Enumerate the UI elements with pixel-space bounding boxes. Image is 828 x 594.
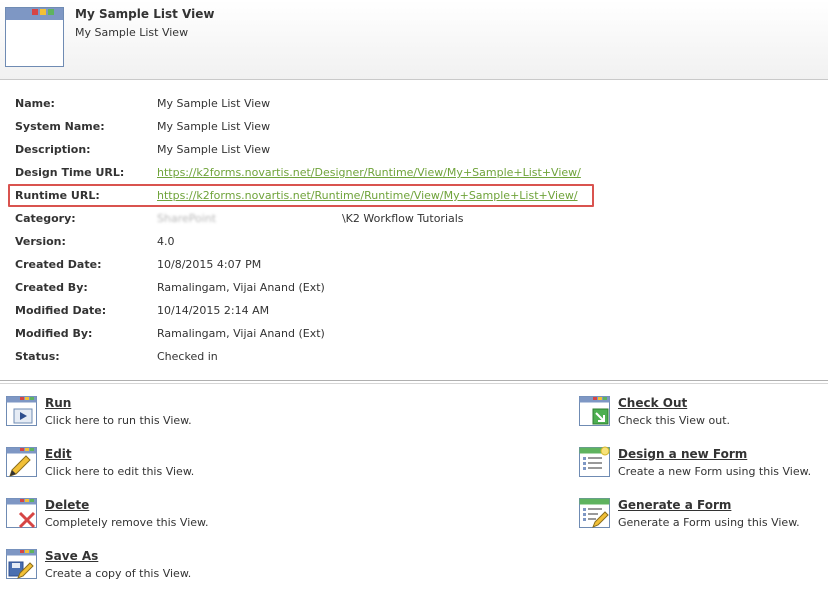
property-version: Version: 4.0 bbox=[15, 235, 815, 258]
property-description: Description: My Sample List View bbox=[15, 143, 815, 166]
design-form-icon bbox=[579, 446, 610, 477]
property-label: Status: bbox=[15, 350, 60, 363]
property-value: My Sample List View bbox=[157, 120, 271, 133]
property-created-by: Created By: Ramalingam, Vijai Anand (Ext… bbox=[15, 281, 815, 304]
check-out-icon bbox=[579, 396, 610, 426]
property-modified-by: Modified By: Ramalingam, Vijai Anand (Ex… bbox=[15, 327, 815, 350]
generate-form-description: Generate a Form using this View. bbox=[618, 516, 800, 529]
save-as-description: Create a copy of this View. bbox=[45, 567, 192, 580]
property-label: Version: bbox=[15, 235, 66, 248]
page-title: My Sample List View bbox=[75, 7, 215, 21]
save-as-view-icon bbox=[6, 549, 37, 579]
property-label: Modified By: bbox=[15, 327, 93, 340]
save-as-link[interactable]: Save As bbox=[45, 549, 98, 563]
view-icon bbox=[5, 7, 64, 67]
design-form-action[interactable]: Design a new Form Create a new Form usin… bbox=[579, 446, 828, 486]
design-time-url-link[interactable]: https://k2forms.novartis.net/Designer/Ru… bbox=[157, 166, 581, 179]
run-action[interactable]: Run Click here to run this View. bbox=[6, 395, 266, 435]
design-form-link[interactable]: Design a new Form bbox=[618, 447, 747, 461]
property-category: Category: SharePoint \K2 Workflow Tutori… bbox=[15, 212, 815, 235]
property-label: Created By: bbox=[15, 281, 88, 294]
divider bbox=[0, 383, 828, 384]
property-label: Created Date: bbox=[15, 258, 102, 271]
check-out-link[interactable]: Check Out bbox=[618, 396, 687, 410]
property-value: Checked in bbox=[157, 350, 218, 363]
edit-description: Click here to edit this View. bbox=[45, 465, 195, 478]
design-form-description: Create a new Form using this View. bbox=[618, 465, 812, 478]
property-value: My Sample List View bbox=[157, 97, 271, 110]
property-system-name: System Name: My Sample List View bbox=[15, 120, 815, 143]
edit-action[interactable]: Edit Click here to edit this View. bbox=[6, 446, 266, 486]
property-value: Ramalingam, Vijai Anand (Ext) bbox=[157, 327, 325, 340]
property-value: Ramalingam, Vijai Anand (Ext) bbox=[157, 281, 325, 294]
run-link[interactable]: Run bbox=[45, 396, 71, 410]
redacted-category-path: SharePoint bbox=[157, 212, 342, 225]
generate-form-action[interactable]: Generate a Form Generate a Form using th… bbox=[579, 497, 828, 537]
delete-link[interactable]: Delete bbox=[45, 498, 89, 512]
check-out-action[interactable]: Check Out Check this View out. bbox=[579, 395, 828, 435]
property-label: Modified Date: bbox=[15, 304, 107, 317]
generate-form-icon bbox=[579, 498, 610, 528]
property-label: Name: bbox=[15, 97, 55, 110]
property-label: Design Time URL: bbox=[15, 166, 125, 179]
category-suffix: \K2 Workflow Tutorials bbox=[341, 212, 464, 225]
property-value: My Sample List View bbox=[157, 143, 271, 156]
divider bbox=[0, 380, 828, 381]
page-subtitle: My Sample List View bbox=[75, 26, 189, 39]
property-value: 10/14/2015 2:14 AM bbox=[157, 304, 270, 317]
property-value: 4.0 bbox=[157, 235, 175, 248]
property-created-date: Created Date: 10/8/2015 4:07 PM bbox=[15, 258, 815, 281]
edit-view-icon bbox=[6, 447, 37, 477]
delete-view-icon bbox=[6, 498, 37, 529]
edit-link[interactable]: Edit bbox=[45, 447, 72, 461]
save-as-action[interactable]: Save As Create a copy of this View. bbox=[6, 548, 266, 588]
property-label: Category: bbox=[15, 212, 76, 225]
property-status: Status: Checked in bbox=[15, 350, 815, 373]
run-description: Click here to run this View. bbox=[45, 414, 192, 427]
runtime-url-highlight-box bbox=[8, 184, 594, 207]
properties-panel: Name: My Sample List View System Name: M… bbox=[15, 97, 815, 373]
delete-action[interactable]: Delete Completely remove this View. bbox=[6, 497, 266, 537]
generate-form-link[interactable]: Generate a Form bbox=[618, 498, 731, 512]
property-modified-date: Modified Date: 10/14/2015 2:14 AM bbox=[15, 304, 815, 327]
header: My Sample List View My Sample List View bbox=[0, 0, 828, 80]
property-name: Name: My Sample List View bbox=[15, 97, 815, 120]
property-label: System Name: bbox=[15, 120, 105, 133]
property-value: SharePoint \K2 Workflow Tutorials bbox=[157, 212, 464, 225]
delete-description: Completely remove this View. bbox=[45, 516, 209, 529]
run-view-icon bbox=[6, 396, 37, 426]
property-label: Description: bbox=[15, 143, 91, 156]
property-value: 10/8/2015 4:07 PM bbox=[157, 258, 262, 271]
check-out-description: Check this View out. bbox=[618, 414, 731, 427]
